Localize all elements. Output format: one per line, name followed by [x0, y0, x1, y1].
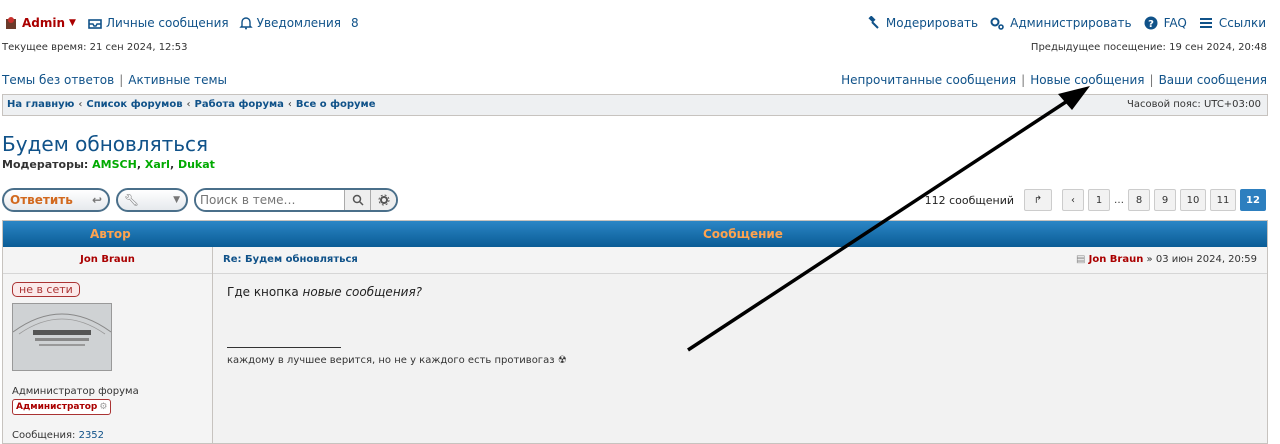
- search-icon: [352, 194, 364, 206]
- post-header-row: Re: Будем обновляться ▤ Jon Braun » 03 и…: [213, 247, 1267, 274]
- signature-divider: [227, 347, 341, 348]
- links-menu[interactable]: Ссылки: [1219, 16, 1266, 30]
- reply-button[interactable]: Ответить ↩: [2, 188, 110, 212]
- moderator-link[interactable]: Xarl: [145, 158, 170, 171]
- question-circle-icon: ?: [1144, 16, 1158, 30]
- post-body-panel: Re: Будем обновляться ▤ Jon Braun » 03 и…: [213, 247, 1267, 443]
- post-table: Автор Сообщение Jon Braun не в сети Адми…: [2, 220, 1268, 444]
- reply-arrow-icon: ↩: [91, 193, 102, 207]
- your-posts-link[interactable]: Ваши сообщения: [1159, 73, 1267, 87]
- post-icon: ▤: [1075, 254, 1086, 265]
- breadcrumb-home[interactable]: На главную: [7, 99, 74, 110]
- topic-search-form: [194, 188, 398, 212]
- private-messages-link[interactable]: Личные сообщения: [106, 16, 229, 30]
- current-time: Текущее время: 21 сен 2024, 12:53: [2, 42, 188, 53]
- username-menu[interactable]: Admin: [22, 16, 65, 30]
- post-date: » 03 июн 2024, 20:59: [1146, 254, 1257, 265]
- notifications-link[interactable]: Уведомления: [257, 16, 341, 30]
- current-page: 12: [1240, 189, 1266, 211]
- page-link[interactable]: 9: [1154, 189, 1176, 211]
- chevron-left-icon: ‹: [1071, 194, 1075, 206]
- author-column-header: Автор: [90, 227, 131, 241]
- avatar: [12, 303, 112, 371]
- moderate-link[interactable]: Модерировать: [886, 16, 978, 30]
- moderators-label: Модераторы:: [2, 158, 89, 171]
- page-link[interactable]: 10: [1180, 189, 1206, 211]
- gear-icon: [378, 194, 389, 206]
- new-posts-link[interactable]: Новые сообщения: [1030, 73, 1144, 87]
- page-title[interactable]: Будем обновляться: [2, 132, 208, 156]
- prev-page-button[interactable]: ‹: [1062, 189, 1084, 211]
- unanswered-topics-link[interactable]: Темы без ответов: [2, 73, 114, 87]
- wrench-icon: 🔧︎: [124, 193, 140, 207]
- status-badge: не в сети: [12, 282, 80, 297]
- notifications-count-badge: 8: [351, 16, 359, 30]
- page-link[interactable]: 8: [1128, 189, 1150, 211]
- moderators-line: Модераторы: AMSCH, Xarl, Dukat: [2, 158, 215, 171]
- pagination-ellipsis: …: [1114, 194, 1124, 206]
- jump-to-page-button[interactable]: ↱: [1024, 189, 1052, 211]
- cogs-icon: [990, 16, 1004, 30]
- author-name[interactable]: Jon Braun: [3, 254, 212, 265]
- post-title[interactable]: Re: Будем обновляться: [223, 254, 358, 265]
- post-content-italic: новые сообщения?: [302, 285, 423, 299]
- rank-title: Администратор форума: [12, 386, 139, 397]
- author-name-row: Jon Braun: [3, 247, 212, 274]
- last-visit: Предыдущее посещение: 19 сен 2024, 20:48: [1030, 42, 1267, 53]
- post-count-info: Сообщения: 2352: [12, 430, 104, 441]
- post-author-link[interactable]: Jon Braun: [1089, 254, 1144, 265]
- topic-tools-button[interactable]: 🔧︎ ▼: [116, 188, 188, 212]
- caret-down-icon: ▼: [173, 195, 180, 205]
- moderator-link[interactable]: Dukat: [178, 158, 215, 171]
- post-count: 112 сообщений: [924, 193, 1014, 207]
- rank-badge-icon: ⚙︎: [99, 402, 108, 412]
- advanced-search-button[interactable]: [370, 190, 396, 210]
- pagination: 112 сообщений ↱ ‹ 1 … 8 9 10 11 12: [925, 189, 1266, 211]
- share-arrow-icon: ↱: [1033, 194, 1043, 206]
- post-author-panel: Jon Braun не в сети Администратор форума…: [3, 247, 213, 443]
- table-header: Автор Сообщение: [3, 221, 1267, 248]
- inbox-icon: [88, 16, 102, 30]
- posts-label: Сообщения:: [12, 430, 76, 441]
- reply-label: Ответить: [10, 193, 73, 207]
- caret-down-icon[interactable]: ▼: [69, 18, 76, 28]
- page-link[interactable]: 1: [1088, 189, 1110, 211]
- unread-posts-link[interactable]: Непрочитанные сообщения: [841, 73, 1016, 87]
- timezone-label: Часовой пояс: UTC+03:00: [1126, 99, 1261, 110]
- post-meta: ▤ Jon Braun » 03 июн 2024, 20:59: [1076, 254, 1257, 265]
- posts-count-link[interactable]: 2352: [79, 430, 104, 441]
- rank-badge: Администратор ⚙︎: [12, 399, 112, 415]
- moderator-link[interactable]: AMSCH: [92, 158, 137, 171]
- user-avatar-icon[interactable]: [4, 16, 18, 30]
- search-input[interactable]: [196, 190, 344, 210]
- message-column-header: Сообщение: [703, 227, 783, 241]
- breadcrumb-forum-list[interactable]: Список форумов: [86, 99, 182, 110]
- bars-icon: [1199, 16, 1213, 30]
- breadcrumb-about-forum[interactable]: Все о форуме: [296, 99, 376, 110]
- signature: каждому в лучшее верится, но не у каждог…: [227, 355, 567, 366]
- svg-text:?: ?: [1148, 19, 1154, 30]
- faq-link[interactable]: FAQ: [1164, 16, 1187, 30]
- gavel-icon: [866, 15, 880, 30]
- topic-toolbar: Ответить ↩ 🔧︎ ▼: [2, 188, 398, 212]
- active-topics-link[interactable]: Активные темы: [128, 73, 227, 87]
- bell-icon: [238, 16, 253, 30]
- breadcrumb-forum-work[interactable]: Работа форума: [195, 99, 284, 110]
- search-button[interactable]: [344, 190, 370, 210]
- page-link[interactable]: 11: [1210, 189, 1236, 211]
- post-content: Где кнопка новые сообщения?: [227, 285, 422, 299]
- post-content-text: Где кнопка: [227, 285, 303, 299]
- rank-badge-label: Администратор: [16, 402, 98, 412]
- top-navbar: Admin ▼ Личные сообщения Уведомления 8 М…: [0, 14, 1280, 34]
- administer-link[interactable]: Администрировать: [1010, 16, 1131, 30]
- breadcrumb: На главную ‹ Список форумов ‹ Работа форума ‹…: [2, 94, 1268, 116]
